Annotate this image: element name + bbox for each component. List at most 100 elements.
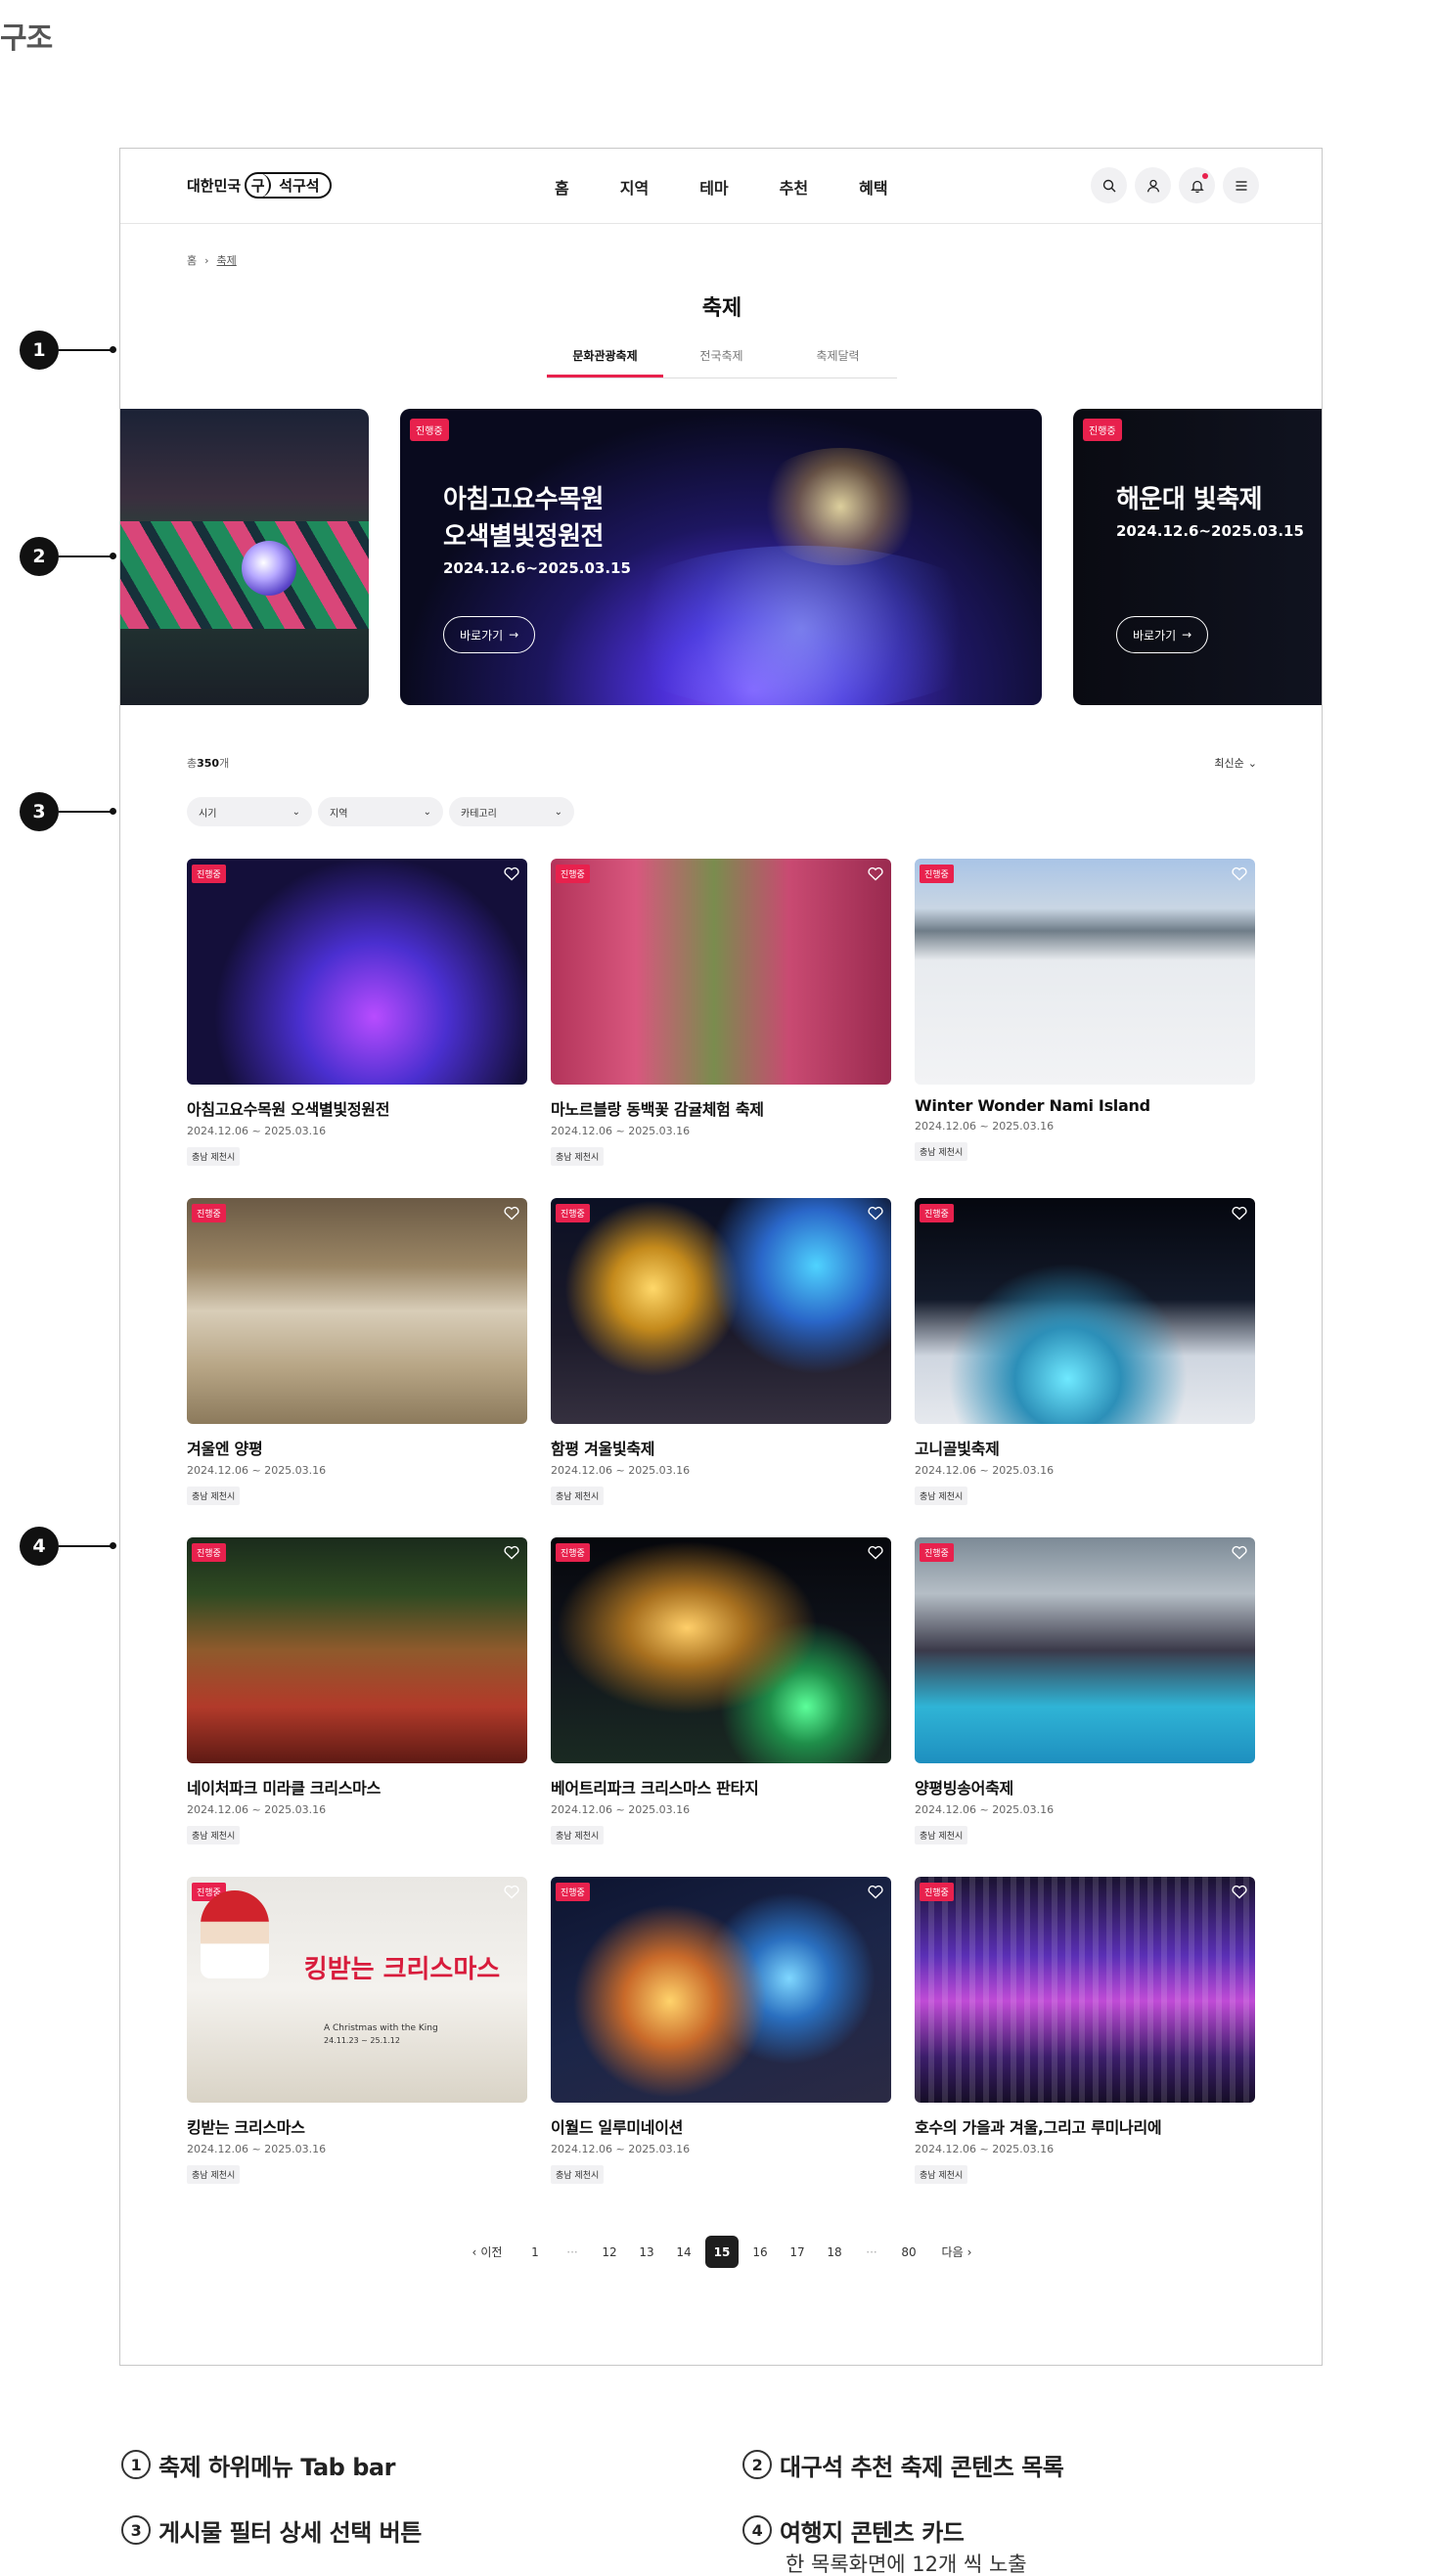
search-icon (1102, 179, 1115, 192)
sort-dropdown[interactable]: 최신순 ⌄ (1214, 755, 1257, 771)
logo-text: 대한민국 (187, 177, 242, 195)
card-image: 진행중 (915, 1198, 1255, 1424)
filter-region[interactable]: 지역 ⌄ (318, 797, 443, 826)
tab-culture-festival[interactable]: 문화관광축제 (547, 343, 663, 378)
legend-item-4: 4 여행지 콘텐츠 카드 (742, 2513, 965, 2548)
heart-icon[interactable] (504, 866, 519, 881)
status-badge: 진행중 (1083, 419, 1122, 441)
page-heading: 구조 (0, 22, 53, 56)
legend-text: 여행지 콘텐츠 카드 (780, 2519, 965, 2547)
festival-card[interactable]: 진행중 네이처파크 미라클 크리스마스 2024.12.06 ~ 2025.03… (187, 1537, 527, 1877)
heart-icon[interactable] (1232, 1545, 1247, 1560)
card-image: 진행중 (915, 1537, 1255, 1763)
nav-item-home[interactable]: 홈 (555, 175, 569, 199)
page-number[interactable]: 16 (741, 2236, 779, 2268)
slide-go-button[interactable]: 바로가기 → (1116, 616, 1209, 653)
card-location-tag: 충남 제천시 (915, 1826, 968, 1844)
legend-text: 대구석 추천 축제 콘텐츠 목록 (780, 2454, 1064, 2481)
filter-category[interactable]: 카테고리 ⌄ (449, 797, 574, 826)
filter-period[interactable]: 시기 ⌄ (187, 797, 312, 826)
heart-icon[interactable] (1232, 1885, 1247, 1899)
festival-card[interactable]: 진행중 Winter Wonder Nami Island 2024.12.06… (915, 859, 1255, 1198)
festival-card[interactable]: 진행중 고니골빛축제 2024.12.06 ~ 2025.03.16 충남 제천… (915, 1198, 1255, 1537)
heart-icon[interactable] (868, 1206, 883, 1221)
user-button[interactable] (1135, 167, 1171, 203)
page-number[interactable]: 80 (890, 2236, 927, 2268)
carousel-slide-next[interactable]: 진행중 해운대 빛축제 2024.12.6~2025.03.15 바로가기 → (1073, 409, 1322, 705)
festival-card[interactable]: 진행중 베어트리파크 크리스마스 판타지 2024.12.06 ~ 2025.0… (551, 1537, 891, 1877)
card-title: 양평빙송어축제 (915, 1779, 1013, 1798)
arrow-right-icon: → (509, 628, 519, 642)
page-ellipsis: ··· (566, 2244, 578, 2259)
carousel-slide-current[interactable]: 진행중 아침고요수목원 오색별빛정원전 2024.12.6~2025.03.15… (400, 409, 1042, 705)
page-ellipsis: ··· (866, 2244, 877, 2259)
festival-card[interactable]: 진행중 마노르블랑 동백꽃 감귤체험 축제 2024.12.06 ~ 2025.… (551, 859, 891, 1198)
card-date: 2024.12.06 ~ 2025.03.16 (187, 2143, 327, 2155)
festival-card[interactable]: 진행중 킹받는 크리스마스 A Christmas with the King … (187, 1877, 527, 2216)
heart-icon[interactable] (868, 1545, 883, 1560)
heart-icon[interactable] (868, 866, 883, 881)
chevron-down-icon: ⌄ (292, 806, 300, 818)
card-date: 2024.12.06 ~ 2025.03.16 (915, 2143, 1055, 2155)
festival-card[interactable]: 진행중 함평 겨울빛축제 2024.12.06 ~ 2025.03.16 충남 … (551, 1198, 891, 1537)
nav-item-region[interactable]: 지역 (620, 175, 649, 199)
card-title: 네이처파크 미라클 크리스마스 (187, 1779, 382, 1798)
status-badge: 진행중 (920, 1883, 954, 1901)
heart-icon[interactable] (504, 1545, 519, 1560)
pagination-prev[interactable]: ‹ 이전 (458, 2236, 517, 2268)
filter-label: 시기 (199, 808, 217, 820)
chevron-right-icon: › (966, 2244, 972, 2259)
festival-card[interactable]: 진행중 겨울엔 양평 2024.12.06 ~ 2025.03.16 충남 제천… (187, 1198, 527, 1537)
status-badge: 진행중 (556, 1543, 590, 1562)
festival-card[interactable]: 진행중 아침고요수목원 오색별빛정원전 2024.12.06 ~ 2025.03… (187, 859, 527, 1198)
legend-number: 3 (121, 2515, 151, 2545)
page-number[interactable]: 13 (628, 2236, 665, 2268)
page-number[interactable]: 12 (591, 2236, 628, 2268)
festival-card[interactable]: 진행중 호수의 가을과 겨울,그리고 루미나리에 2024.12.06 ~ 20… (915, 1877, 1255, 2216)
pagination-next[interactable]: 다음 › (927, 2236, 986, 2268)
breadcrumb-current[interactable]: 축제 (217, 252, 237, 268)
slide-title-line1: 해운대 빛축제 (1116, 485, 1263, 514)
status-badge: 진행중 (920, 1543, 954, 1562)
card-image: 진행중 (915, 1877, 1255, 2103)
festival-card[interactable]: 진행중 양평빙송어축제 2024.12.06 ~ 2025.03.16 충남 제… (915, 1537, 1255, 1877)
card-date: 2024.12.06 ~ 2025.03.16 (187, 1464, 327, 1477)
menu-icon (1236, 180, 1246, 191)
search-button[interactable] (1091, 167, 1127, 203)
poster-subtitle: A Christmas with the King (324, 2023, 438, 2033)
tab-festival-calendar[interactable]: 축제달력 (780, 343, 896, 378)
pagination-prev-label: 이전 (480, 2245, 503, 2259)
heart-icon[interactable] (1232, 866, 1247, 881)
page-number[interactable]: 14 (665, 2236, 702, 2268)
heart-icon[interactable] (1232, 1206, 1247, 1221)
heart-icon[interactable] (868, 1885, 883, 1899)
nav-item-benefit[interactable]: 혜택 (859, 175, 887, 199)
filter-label: 지역 (330, 808, 348, 820)
status-badge: 진행중 (920, 1204, 954, 1222)
page-number[interactable]: 1 (517, 2236, 554, 2268)
tab-national-festival[interactable]: 전국축제 (663, 343, 780, 378)
breadcrumb-home[interactable]: 홈 (187, 252, 197, 268)
nav-item-recommend[interactable]: 추천 (780, 175, 808, 199)
menu-button[interactable] (1223, 167, 1259, 203)
slide-go-button[interactable]: 바로가기 → (443, 616, 536, 653)
page-number[interactable]: 18 (816, 2236, 853, 2268)
chevron-down-icon: ⌄ (423, 806, 431, 818)
heart-icon[interactable] (504, 1206, 519, 1221)
heart-icon[interactable] (504, 1885, 519, 1899)
card-date: 2024.12.06 ~ 2025.03.16 (915, 1120, 1055, 1133)
page-number[interactable]: 17 (779, 2236, 816, 2268)
chevron-right-icon: › (204, 253, 209, 267)
filter-bar: 시기 ⌄ 지역 ⌄ 카테고리 ⌄ (187, 797, 574, 826)
poster-date: 24.11.23 ~ 25.1.12 (324, 2036, 400, 2045)
status-badge: 진행중 (192, 865, 226, 883)
site-logo[interactable]: 대한민국 구 석구석 (187, 172, 332, 199)
nav-item-theme[interactable]: 테마 (699, 175, 728, 199)
legend-number: 4 (742, 2515, 772, 2545)
festival-card[interactable]: 진행중 이월드 일루미네이션 2024.12.06 ~ 2025.03.16 충… (551, 1877, 891, 2216)
notification-button[interactable] (1179, 167, 1215, 203)
carousel-slide-prev[interactable] (120, 409, 369, 705)
bell-icon (1190, 180, 1204, 193)
page-number-current[interactable]: 15 (705, 2236, 739, 2268)
festival-card-grid: 진행중 아침고요수목원 오색별빛정원전 2024.12.06 ~ 2025.03… (187, 859, 1255, 2216)
